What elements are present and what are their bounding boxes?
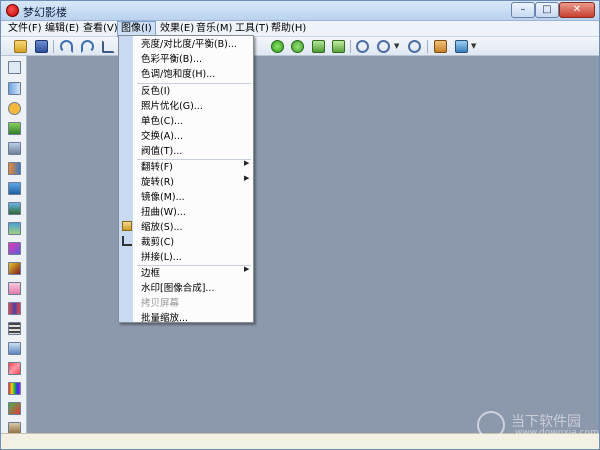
face-icon[interactable] bbox=[8, 102, 21, 115]
menu-item-hue-saturation[interactable]: 色调/饱和度(H)... bbox=[141, 68, 215, 82]
window-title: 梦幻影楼 bbox=[23, 6, 67, 19]
menu-bar: 文件(F) 编辑(E) 查看(V) 图像(I) 效果(E) 音乐(M) 工具(T… bbox=[1, 21, 599, 37]
left-toolbar bbox=[1, 56, 27, 435]
minimize-button[interactable]: – bbox=[511, 2, 535, 18]
menu-item-stitch[interactable]: 拼接(L)... bbox=[141, 251, 182, 265]
menu-item-invert[interactable]: 反色(I) bbox=[141, 85, 170, 99]
image-in-icon[interactable] bbox=[312, 40, 325, 53]
menu-separator bbox=[137, 83, 251, 84]
crop-icon[interactable] bbox=[102, 40, 115, 53]
resize-icon bbox=[122, 221, 132, 231]
menu-item-threshold[interactable]: 阀值(T)... bbox=[141, 145, 182, 159]
fill-icon[interactable] bbox=[8, 222, 21, 235]
picture-icon[interactable] bbox=[8, 182, 21, 195]
rainbow-icon[interactable] bbox=[8, 382, 21, 395]
menu-separator bbox=[137, 159, 251, 160]
menu-item-resize[interactable]: 缩放(S)... bbox=[141, 221, 183, 235]
menu-help[interactable]: 帮助(H) bbox=[268, 21, 309, 37]
home-icon[interactable] bbox=[434, 40, 447, 53]
menu-separator bbox=[137, 265, 251, 266]
envelope-icon[interactable] bbox=[8, 282, 21, 295]
menu-item-watermark[interactable]: 水印[图像合成]... bbox=[141, 282, 214, 296]
record-icon[interactable] bbox=[291, 40, 304, 53]
crop-icon bbox=[122, 236, 132, 246]
app-window: 梦幻影楼 – □ ✕ 文件(F) 编辑(E) 查看(V) 图像(I) 效果(E)… bbox=[0, 0, 600, 450]
menu-item-rotate[interactable]: 旋转(R) bbox=[141, 176, 174, 190]
star-icon[interactable] bbox=[8, 362, 21, 375]
menu-item-crop[interactable]: 裁剪(C) bbox=[141, 236, 174, 250]
screen-dropdown-arrow-icon[interactable]: ▼ bbox=[471, 42, 476, 50]
main-toolbar: ▼ ▼ bbox=[1, 37, 599, 56]
toolbar-separator bbox=[53, 40, 54, 53]
watermark: 当下软件园 www.downxia.com bbox=[477, 409, 599, 443]
menu-item-distort[interactable]: 扭曲(W)... bbox=[141, 206, 186, 220]
maximize-button[interactable]: □ bbox=[535, 2, 559, 18]
menu-edit[interactable]: 编辑(E) bbox=[42, 21, 82, 37]
image-menu-dropdown: 亮度/对比度/平衡(B)... 色彩平衡(B)... 色调/饱和度(H)... … bbox=[118, 35, 254, 326]
app-logo-icon bbox=[6, 4, 19, 17]
save-icon[interactable] bbox=[35, 40, 48, 53]
redo-icon[interactable] bbox=[81, 40, 94, 53]
image-out-icon[interactable] bbox=[332, 40, 345, 53]
menu-icon-gutter bbox=[119, 36, 133, 322]
zoom-fit-icon[interactable] bbox=[408, 40, 421, 53]
screen-icon[interactable] bbox=[455, 40, 468, 53]
watermark-logo-icon bbox=[477, 411, 505, 439]
wave-icon[interactable] bbox=[8, 242, 21, 255]
watermark-url: www.downxia.com bbox=[515, 428, 599, 438]
menu-item-monochrome[interactable]: 单色(C)... bbox=[141, 115, 183, 129]
flower-icon[interactable] bbox=[8, 262, 21, 275]
chart-icon[interactable] bbox=[8, 302, 21, 315]
move-icon[interactable] bbox=[8, 82, 21, 95]
zoom-dropdown-arrow-icon[interactable]: ▼ bbox=[394, 42, 399, 50]
menu-item-brightness[interactable]: 亮度/对比度/平衡(B)... bbox=[141, 38, 237, 52]
menu-item-swap[interactable]: 交换(A)... bbox=[141, 130, 183, 144]
move-right-icon[interactable] bbox=[8, 162, 21, 175]
menu-item-border[interactable]: 边框 bbox=[141, 267, 160, 281]
pointer-icon[interactable] bbox=[8, 61, 21, 74]
close-button[interactable]: ✕ bbox=[559, 2, 595, 18]
undo-icon[interactable] bbox=[60, 40, 73, 53]
menu-item-flip[interactable]: 翻转(F) bbox=[141, 161, 173, 175]
film-icon[interactable] bbox=[8, 322, 21, 335]
open-icon[interactable] bbox=[14, 40, 27, 53]
menu-file[interactable]: 文件(F) bbox=[5, 21, 45, 37]
triangle-icon[interactable] bbox=[8, 342, 21, 355]
menu-view[interactable]: 查看(V) bbox=[80, 21, 121, 37]
frame-icon[interactable] bbox=[8, 202, 21, 215]
menu-item-copy-screen: 拷贝屏幕 bbox=[141, 298, 180, 309]
people-icon[interactable] bbox=[8, 142, 21, 155]
menu-item-mirror[interactable]: 镜像(M)... bbox=[141, 191, 185, 205]
menu-item-photo-optimize[interactable]: 照片优化(G)... bbox=[141, 100, 203, 114]
landscape-icon[interactable] bbox=[8, 122, 21, 135]
play-icon[interactable] bbox=[271, 40, 284, 53]
menu-item-color-balance[interactable]: 色彩平衡(B)... bbox=[141, 53, 202, 67]
toolbar-separator bbox=[427, 40, 428, 53]
zoom-in-icon[interactable] bbox=[356, 40, 369, 53]
title-bar[interactable]: 梦幻影楼 – □ ✕ bbox=[1, 1, 599, 21]
zoom-out-icon[interactable] bbox=[377, 40, 390, 53]
submenu-arrow-icon: ▶ bbox=[244, 174, 250, 182]
toolbar-separator bbox=[350, 40, 351, 53]
menu-item-batch-resize[interactable]: 批量缩放... bbox=[141, 312, 188, 326]
photo-icon[interactable] bbox=[8, 402, 21, 415]
submenu-arrow-icon: ▶ bbox=[244, 159, 250, 167]
submenu-arrow-icon: ▶ bbox=[244, 265, 250, 273]
